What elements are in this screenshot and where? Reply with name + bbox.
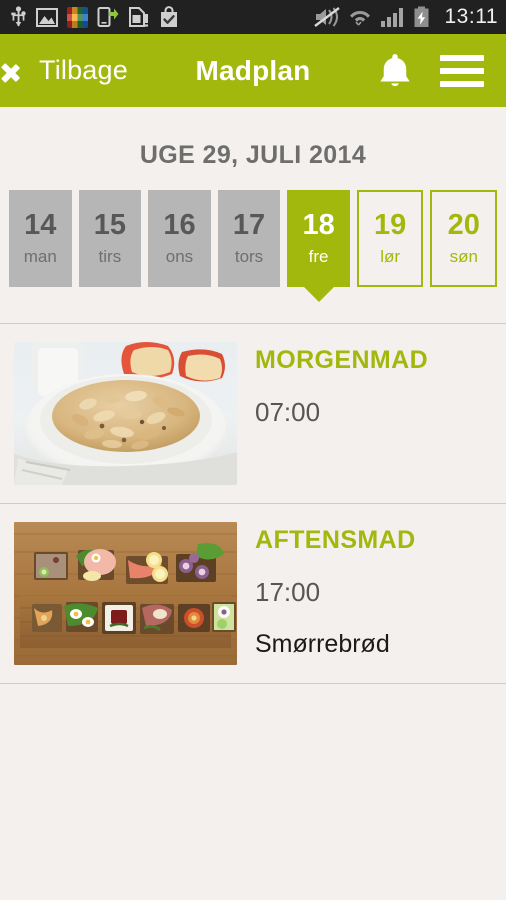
chevron-left-icon — [14, 54, 36, 88]
wifi-icon — [349, 10, 370, 26]
sound-muted-icon — [313, 7, 340, 27]
hamburger-bar — [440, 67, 484, 74]
day-tile-20[interactable]: 20 søn — [430, 190, 498, 287]
week-title: UGE 29, JULI 2014 — [139, 141, 367, 169]
battery-charging-icon — [414, 6, 428, 27]
day-abbreviation: tors — [234, 246, 264, 266]
day-selector-strip: 14 man 15 tirs 16 ons 17 tors 18 fre 19 lør 20 søn — [0, 190, 506, 287]
vandinn-app-icon — [67, 6, 88, 28]
day-tile-15[interactable]: 15 tirs — [78, 190, 142, 287]
day-abbreviation: ons — [165, 246, 194, 266]
day-number: 14 — [24, 209, 57, 242]
phone-transfer-icon — [97, 7, 119, 27]
status-bar-left-icons — [10, 6, 314, 28]
day-tile-16[interactable]: 16 ons — [148, 190, 211, 287]
day-number: 16 — [163, 209, 196, 242]
hamburger-menu-icon[interactable] — [440, 54, 484, 87]
usb-icon — [11, 6, 26, 27]
sim-card-icon — [129, 7, 148, 27]
day-abbreviation: man — [23, 246, 57, 266]
android-status-bar: 13:11 — [0, 0, 506, 34]
day-abbreviation: fre — [308, 246, 329, 266]
day-abbreviation: lør — [380, 246, 401, 266]
app-header-bar: Tilbage Madplan — [0, 34, 506, 107]
day-number: 15 — [93, 209, 126, 242]
status-bar-right-icons: 13:11 — [313, 5, 499, 29]
shopping-bag-check-icon — [161, 6, 177, 27]
meal-name: AFTENSMAD — [255, 526, 416, 554]
day-tile-18[interactable]: 18 fre — [287, 190, 350, 287]
meal-description: Smørrebrød — [255, 630, 390, 658]
meal-info: AFTENSMAD 17:00 Smørrebrød — [237, 522, 416, 665]
muesli-bowl-with-apple-photo — [14, 342, 237, 485]
meal-name: MORGENMAD — [255, 346, 429, 374]
gallery-image-icon — [36, 7, 58, 27]
day-number: 18 — [302, 209, 335, 242]
day-number: 20 — [447, 209, 480, 242]
notifications-bell-icon[interactable] — [378, 53, 412, 89]
day-number: 19 — [374, 209, 407, 242]
day-tile-19[interactable]: 19 lør — [356, 190, 424, 287]
hamburger-bar — [440, 54, 484, 61]
smorrebrod-board-photo — [14, 522, 237, 665]
day-abbreviation: tirs — [98, 246, 122, 266]
status-bar-clock: 13:11 — [444, 5, 498, 28]
day-tile-14[interactable]: 14 man — [9, 190, 72, 287]
meal-row[interactable]: MORGENMAD 07:00 — [0, 323, 506, 504]
back-button-label: Tilbage — [39, 55, 128, 85]
back-button[interactable]: Tilbage — [0, 34, 128, 107]
signal-bars-icon — [380, 7, 403, 27]
meal-list: MORGENMAD 07:00 AFTENSMAD 17:00 Smørrebrød — [0, 323, 506, 684]
day-abbreviation: søn — [449, 246, 478, 266]
meal-time: 17:00 — [255, 577, 321, 607]
meal-time: 07:00 — [255, 397, 321, 427]
day-tile-17[interactable]: 17 tors — [217, 190, 281, 287]
day-number: 17 — [232, 209, 266, 242]
app-header-actions — [378, 53, 506, 89]
meal-row[interactable]: AFTENSMAD 17:00 Smørrebrød — [0, 504, 506, 684]
madplan-app-screen: 13:11 Tilbage Madplan UGE 29, JULI 2014 … — [0, 0, 506, 900]
hamburger-bar — [440, 80, 484, 87]
meal-info: MORGENMAD 07:00 — [237, 342, 428, 485]
